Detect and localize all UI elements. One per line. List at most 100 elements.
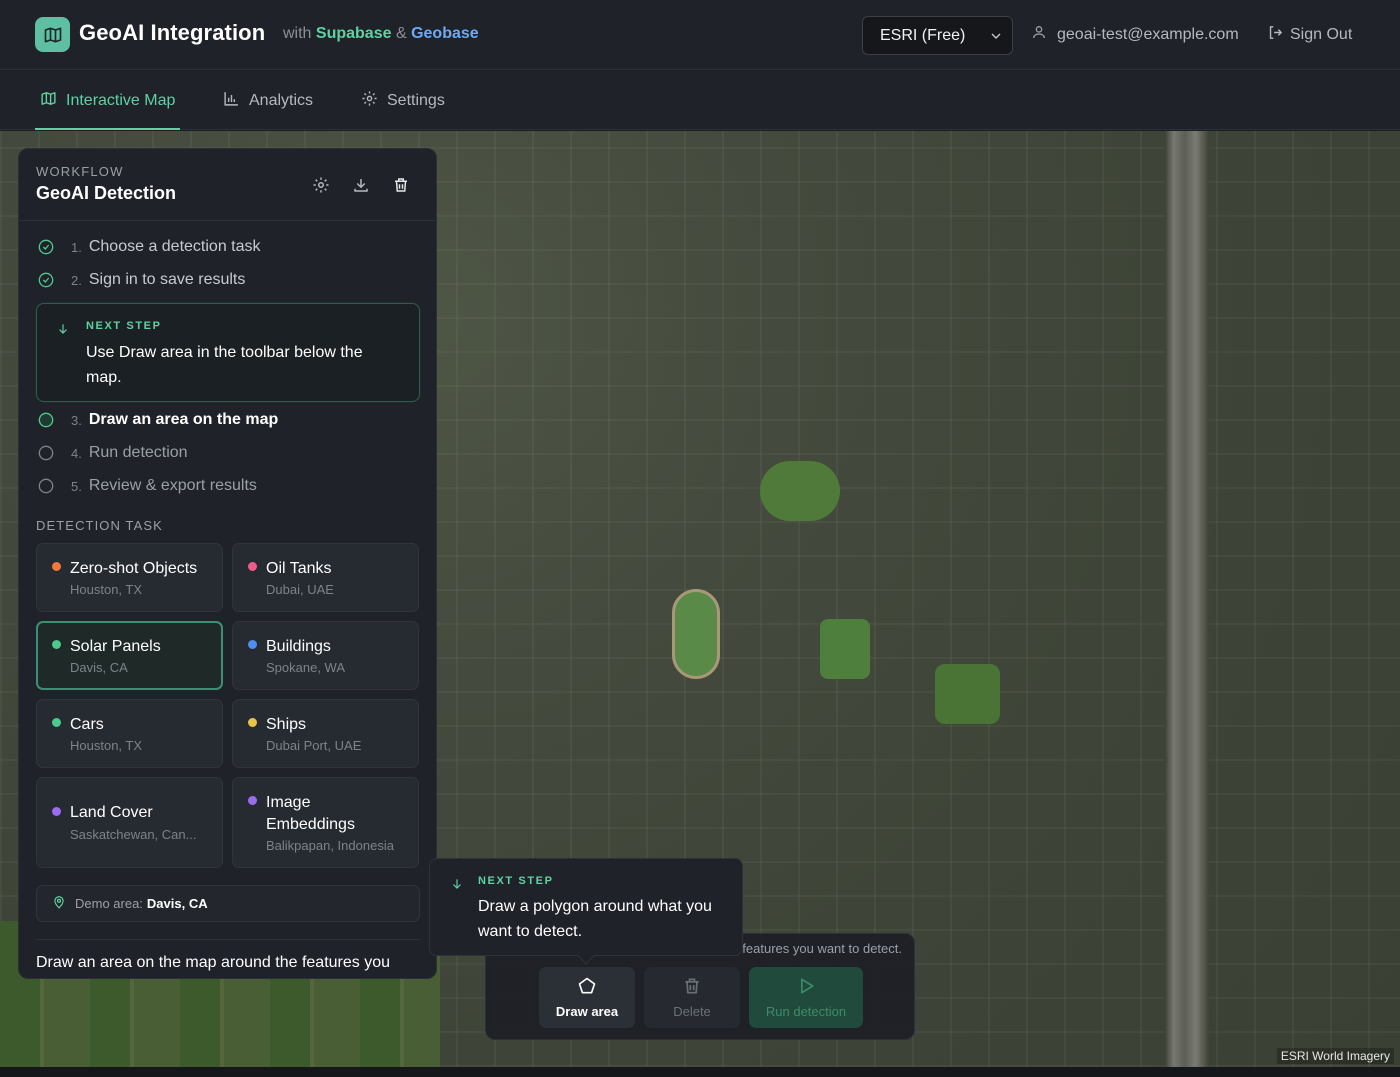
demo-area-label: Demo area: — [75, 896, 143, 911]
next-step-callout: NEXT STEP Use Draw area in the toolbar b… — [36, 303, 420, 402]
tab-settings[interactable]: Settings — [361, 71, 445, 130]
check-circle-icon — [38, 272, 54, 288]
task-name: Solar Panels — [70, 638, 161, 655]
panel-title: GeoAI Detection — [36, 183, 177, 203]
tab-label: Interactive Map — [66, 91, 176, 109]
sign-out-button[interactable]: Sign Out — [1267, 24, 1352, 46]
task-color-dot — [248, 796, 257, 805]
step-number: 3. — [71, 412, 82, 428]
task-color-dot — [248, 640, 257, 649]
draw-area-button[interactable]: Draw area — [539, 967, 635, 1028]
app-title: GeoAI Integration — [79, 20, 266, 45]
track-field — [672, 589, 720, 679]
tab-analytics[interactable]: Analytics — [223, 71, 313, 130]
sports-field — [820, 619, 870, 679]
step-label: Run detection — [88, 444, 188, 461]
basemap-select[interactable]: ESRI (Free) — [862, 16, 1013, 55]
task-card-oil-tanks[interactable]: Oil Tanks Dubai, UAE — [232, 543, 419, 612]
trash-icon — [682, 976, 702, 999]
task-color-dot — [248, 562, 257, 571]
bar-chart-icon — [223, 90, 240, 112]
bottom-bar — [0, 1067, 1400, 1077]
empty-circle-icon — [38, 445, 54, 461]
arrow-down-icon — [450, 877, 464, 896]
step-draw-area: 3. Draw an area on the map — [38, 411, 278, 429]
panel-eyebrow: WORKFLOW — [36, 164, 124, 179]
current-circle-icon — [38, 412, 54, 428]
park-area — [760, 461, 840, 521]
pentagon-icon — [577, 976, 597, 999]
step-review-export: 5. Review & export results — [38, 477, 257, 495]
task-location: Saskatchewan, Can... — [70, 827, 197, 842]
trash-icon[interactable] — [392, 176, 410, 194]
tooltip-text: Draw a polygon around what you want to d… — [478, 898, 712, 940]
delete-label: Delete — [673, 1004, 711, 1019]
panel-header: WORKFLOW GeoAI Detection — [19, 149, 436, 221]
map-attribution: ESRI World Imagery — [1276, 1048, 1394, 1064]
highway-strip — [1165, 131, 1209, 1067]
task-card-buildings[interactable]: Buildings Spokane, WA — [232, 621, 419, 690]
task-location: Houston, TX — [70, 738, 143, 753]
task-name: Ships — [266, 716, 307, 733]
map-logo-icon — [35, 17, 70, 52]
task-location: Spokane, WA — [266, 660, 346, 675]
step-sign-in: 2. Sign in to save results — [38, 271, 245, 289]
task-card-solar-panels[interactable]: Solar Panels Davis, CA — [36, 621, 223, 690]
task-name: Zero-shot Objects — [70, 560, 198, 577]
panel-footer-text: Draw an area on the map around the featu… — [36, 954, 390, 971]
arrow-down-icon — [56, 322, 70, 341]
task-color-dot — [52, 640, 61, 649]
task-card-zero-shot-objects[interactable]: Zero-shot Objects Houston, TX — [36, 543, 223, 612]
task-card-land-cover[interactable]: Land Cover Saskatchewan, Can... — [36, 777, 223, 868]
panel-divider — [36, 939, 420, 940]
task-location: Houston, TX — [70, 582, 143, 597]
panel-actions — [312, 176, 410, 194]
task-location: Balikpapan, Indonesia — [266, 838, 394, 853]
step-label: Choose a detection task — [88, 238, 261, 255]
task-location: Dubai, UAE — [266, 582, 334, 597]
location-pin-icon — [52, 895, 66, 912]
task-name: Oil Tanks — [266, 560, 332, 577]
detection-task-heading: DETECTION TASK — [36, 518, 163, 533]
map-icon — [40, 90, 57, 112]
task-name: Buildings — [266, 638, 331, 655]
tab-label: Analytics — [249, 91, 314, 109]
run-detection-button[interactable]: Run detection — [749, 967, 863, 1028]
geobase-link[interactable]: Geobase — [411, 25, 479, 42]
task-location: Dubai Port, UAE — [266, 738, 362, 753]
task-card-image-embeddings[interactable]: Image Embeddings Balikpapan, Indonesia — [232, 777, 419, 868]
step-run-detection: 4. Run detection — [38, 444, 188, 462]
step-label: Draw an area on the map — [88, 411, 279, 428]
gear-icon — [361, 90, 378, 112]
subtitle-amp: & — [395, 25, 407, 42]
empty-circle-icon — [38, 478, 54, 494]
next-step-tooltip: NEXT STEP Draw a polygon around what you… — [429, 858, 743, 965]
sign-out-icon — [1267, 24, 1284, 46]
supabase-link[interactable]: Supabase — [316, 25, 392, 42]
user-icon — [1031, 24, 1047, 45]
step-label: Sign in to save results — [88, 271, 246, 288]
step-number: 2. — [71, 272, 82, 288]
task-color-dot — [52, 718, 61, 727]
task-card-ships[interactable]: Ships Dubai Port, UAE — [232, 699, 419, 768]
app-header: GeoAI Integration with Supabase & Geobas… — [0, 0, 1400, 70]
draw-area-label: Draw area — [555, 1004, 619, 1019]
gear-icon[interactable] — [312, 176, 330, 194]
user-email: geoai-test@example.com — [1057, 25, 1239, 43]
download-icon[interactable] — [352, 176, 370, 194]
demo-area-value: Davis, CA — [146, 896, 208, 911]
task-color-dot — [52, 562, 61, 571]
delete-button[interactable]: Delete — [644, 967, 740, 1028]
next-step-label: NEXT STEP — [86, 320, 162, 332]
run-detection-label: Run detection — [765, 1004, 847, 1019]
user-info: geoai-test@example.com — [1031, 24, 1239, 45]
task-name: Cars — [70, 716, 104, 733]
task-location: Davis, CA — [70, 660, 128, 675]
green-area — [935, 664, 1000, 724]
task-card-cars[interactable]: Cars Houston, TX — [36, 699, 223, 768]
tooltip-label: NEXT STEP — [478, 875, 554, 887]
demo-area-info: Demo area: Davis, CA — [36, 885, 420, 922]
task-name: Image Embeddings — [266, 794, 355, 833]
tab-interactive-map[interactable]: Interactive Map — [35, 71, 181, 130]
check-circle-icon — [38, 239, 54, 255]
